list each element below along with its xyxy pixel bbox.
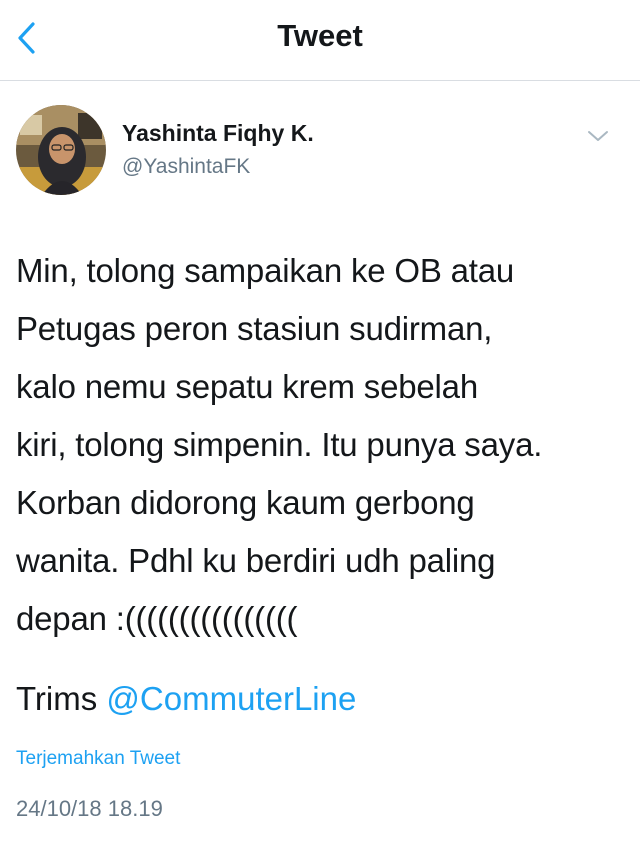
tweet-text-line: Korban didorong kaum gerbong bbox=[16, 484, 475, 521]
tweet-timestamp: 24/10/18 18.19 bbox=[16, 796, 163, 821]
tweet-detail-screen: Tweet Yashinta Fiqhy K. @YashintaFK Min,… bbox=[0, 0, 640, 853]
top-navigation-bar: Tweet bbox=[0, 0, 640, 81]
tweet-text-line: wanita. Pdhl ku berdiri udh paling bbox=[16, 542, 496, 579]
avatar[interactable] bbox=[16, 105, 106, 195]
tweet-text-line: kalo nemu sepatu krem sebelah bbox=[16, 368, 478, 405]
author-name[interactable]: Yashinta Fiqhy K. bbox=[122, 118, 314, 148]
translate-tweet-link[interactable]: Terjemahkan Tweet bbox=[16, 744, 180, 774]
tweet-text-line: kiri, tolong simpenin. Itu punya saya. bbox=[16, 426, 543, 463]
trims-text: Trims bbox=[16, 680, 107, 717]
tweet-menu-button[interactable] bbox=[580, 122, 616, 150]
page-title: Tweet bbox=[277, 18, 363, 53]
tweet-text-line: Min, tolong sampaikan ke OB atau bbox=[16, 252, 515, 289]
tweet-text-line: Petugas peron stasiun sudirman, bbox=[16, 310, 493, 347]
tweet-text-line: depan :(((((((((((((((( bbox=[16, 600, 298, 637]
author-handle[interactable]: @YashintaFK bbox=[122, 153, 250, 181]
chevron-down-icon bbox=[588, 131, 608, 141]
avatar-image bbox=[16, 105, 106, 195]
tweet-closing-line: Trims @CommuterLine bbox=[16, 670, 356, 728]
tweet-text: Min, tolong sampaikan ke OB atau Petugas… bbox=[16, 242, 631, 648]
mention-link[interactable]: @CommuterLine bbox=[106, 680, 356, 717]
